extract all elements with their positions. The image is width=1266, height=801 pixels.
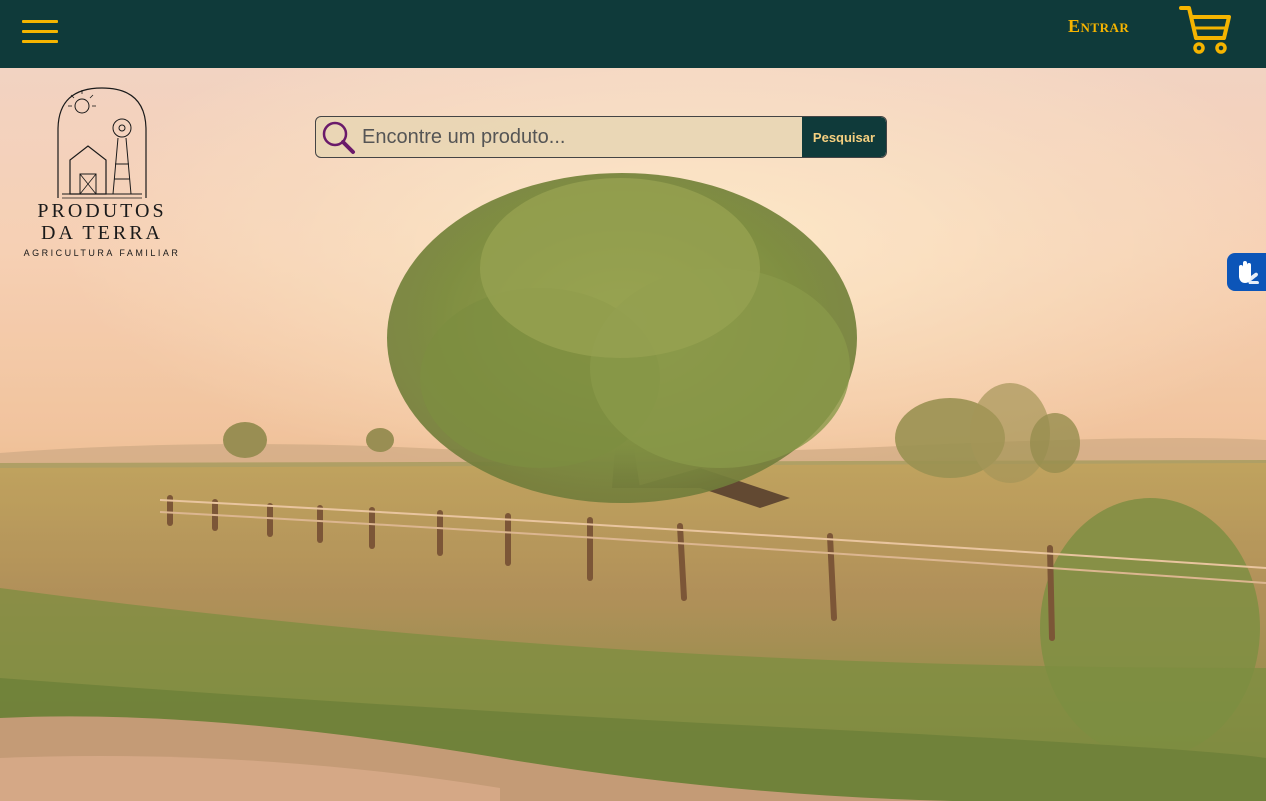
search-bar: Pesquisar xyxy=(315,116,887,158)
logo-tagline: AGRICULTURA FAMILIAR xyxy=(23,248,181,258)
login-link[interactable]: Entrar xyxy=(1068,16,1129,37)
logo-title-line2: DA TERRA xyxy=(41,222,163,244)
login-label: Entrar xyxy=(1068,16,1130,36)
farm-barn-windmill-logo-icon xyxy=(57,87,147,199)
hero-background xyxy=(0,68,1266,801)
produtos-da-terra-logo[interactable]: PRODUTOS DA TERRA AGRICULTURA FAMILIAR xyxy=(18,84,188,262)
search-input[interactable] xyxy=(360,117,804,157)
sign-language-hands-icon[interactable] xyxy=(1227,253,1266,291)
countryside-landscape-image xyxy=(0,68,1266,801)
magnifier-icon[interactable] xyxy=(320,119,356,155)
logo-title-line1: PRODUTOS xyxy=(37,200,167,222)
top-navigation-bar: Entrar xyxy=(0,0,1266,68)
shopping-cart-icon[interactable] xyxy=(1178,4,1234,56)
search-button[interactable]: Pesquisar xyxy=(802,117,886,157)
hamburger-menu-icon[interactable] xyxy=(22,20,58,46)
